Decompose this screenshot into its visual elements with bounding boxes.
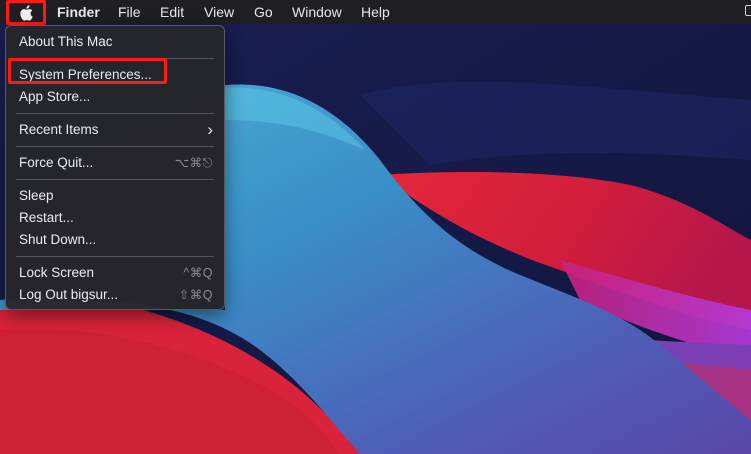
menu-item-log-out[interactable]: Log Out bigsur... ⇧⌘Q <box>19 284 213 306</box>
keyboard-shortcut: ⌥⌘⎋ <box>174 156 213 170</box>
menu-bar: Finder File Edit View Go Window Help <box>0 0 751 25</box>
desktop: Finder File Edit View Go Window Help Abo… <box>0 0 751 454</box>
menubar-item-edit[interactable]: Edit <box>160 0 184 24</box>
menu-separator <box>16 179 214 180</box>
menubar-item-file[interactable]: File <box>118 0 141 24</box>
menu-item-label: About This Mac <box>19 34 113 49</box>
menu-item-shut-down[interactable]: Shut Down... <box>19 229 213 251</box>
menu-item-label: Restart... <box>19 210 74 225</box>
menu-item-label: Sleep <box>19 188 54 203</box>
menubar-item-help[interactable]: Help <box>361 0 390 24</box>
menubar-item-go[interactable]: Go <box>254 0 273 24</box>
menu-item-label: System Preferences... <box>19 67 152 82</box>
status-bar-icon[interactable] <box>745 5 751 16</box>
menubar-item-window[interactable]: Window <box>292 0 342 24</box>
menu-item-label: Shut Down... <box>19 232 97 247</box>
menu-item-lock-screen[interactable]: Lock Screen ^⌘Q <box>19 262 213 284</box>
menu-item-label: Recent Items <box>19 122 99 137</box>
menu-separator <box>16 113 214 114</box>
menu-item-app-store[interactable]: App Store... <box>19 86 213 108</box>
menu-item-about-this-mac[interactable]: About This Mac <box>19 31 213 53</box>
menu-item-label: Log Out bigsur... <box>19 287 119 302</box>
apple-logo-icon <box>20 4 33 21</box>
menu-item-force-quit[interactable]: Force Quit... ⌥⌘⎋ <box>19 152 213 174</box>
menu-item-label: Force Quit... <box>19 155 94 170</box>
menubar-item-view[interactable]: View <box>204 0 234 24</box>
menu-item-label: Lock Screen <box>19 265 95 280</box>
menu-item-sleep[interactable]: Sleep <box>19 185 213 207</box>
menu-separator <box>16 146 214 147</box>
keyboard-shortcut: ⇧⌘Q <box>178 288 213 302</box>
menu-item-label: App Store... <box>19 89 91 104</box>
menubar-item-finder[interactable]: Finder <box>57 0 100 24</box>
chevron-right-icon: › <box>207 120 213 139</box>
menu-item-system-preferences[interactable]: System Preferences... <box>19 64 213 86</box>
menu-separator <box>16 256 214 257</box>
keyboard-shortcut: ^⌘Q <box>183 266 213 280</box>
menu-item-recent-items[interactable]: Recent Items › <box>19 119 213 141</box>
menu-separator <box>16 58 214 59</box>
apple-menu: About This Mac System Preferences... App… <box>5 25 225 310</box>
menu-item-restart[interactable]: Restart... <box>19 207 213 229</box>
apple-menu-button[interactable] <box>6 0 46 25</box>
